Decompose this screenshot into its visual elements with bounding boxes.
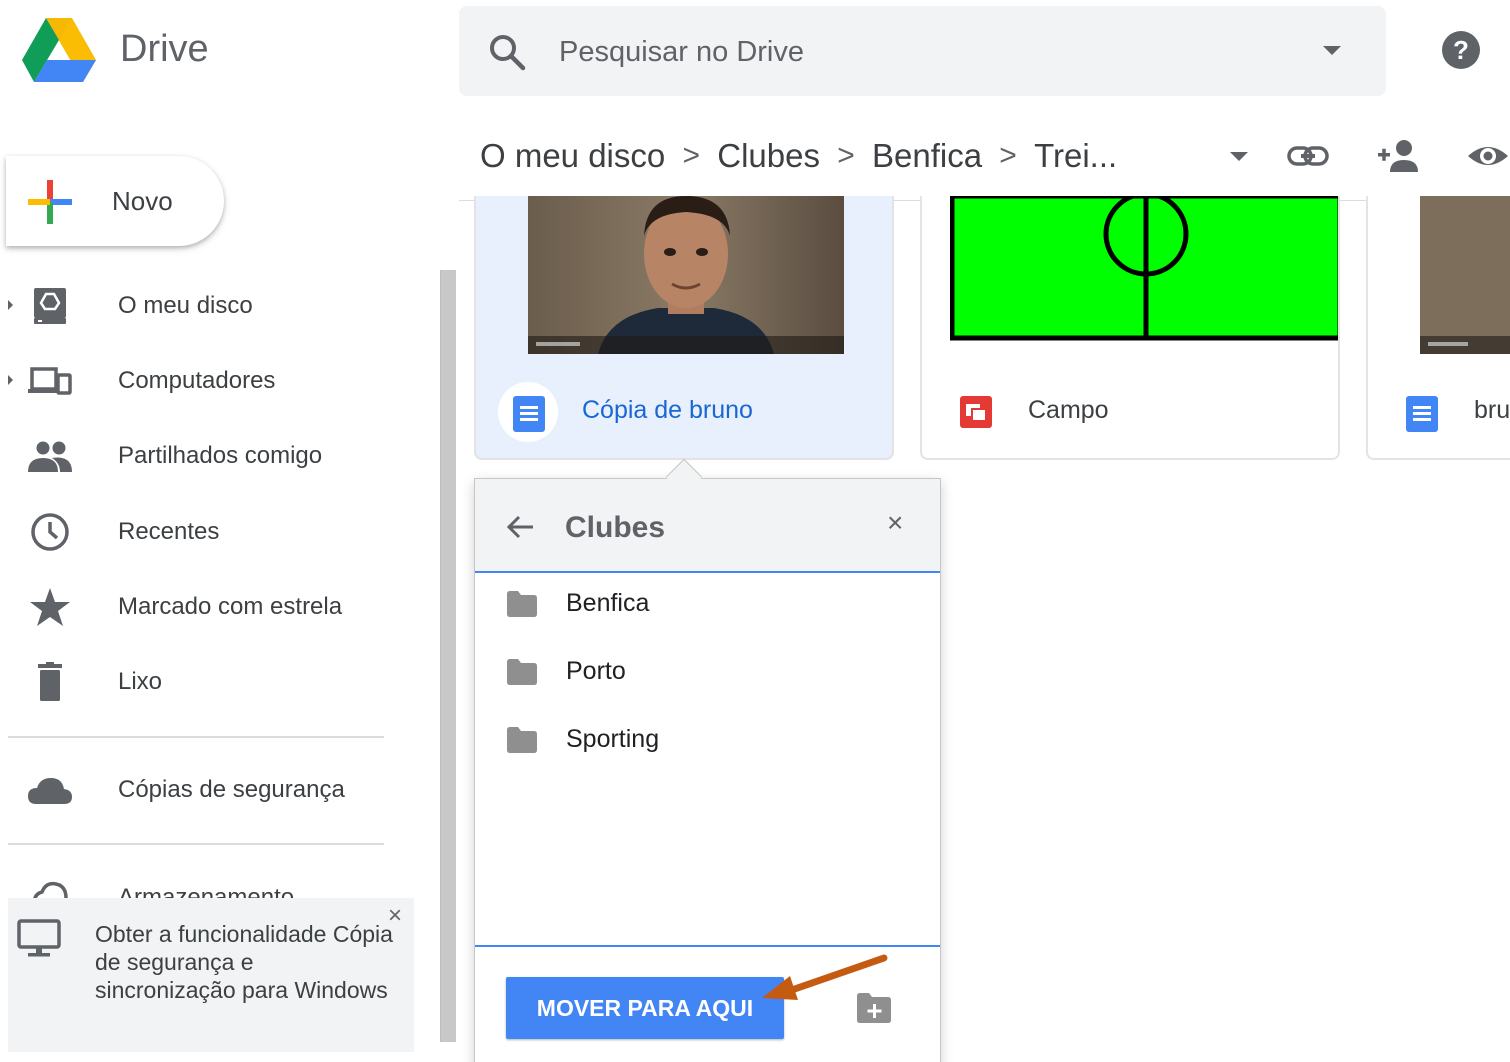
- annotation-arrow-icon: [762, 954, 888, 1000]
- link-icon[interactable]: [1286, 136, 1330, 176]
- sidebar-item-label: Cópias de segurança: [118, 776, 345, 803]
- file-card-footer: Cópia de bruno: [476, 366, 892, 458]
- search-input[interactable]: Pesquisar no Drive: [559, 36, 804, 69]
- file-name: Cópia de bruno: [582, 396, 753, 424]
- sidebar-item-label: O meu disco: [118, 292, 253, 319]
- breadcrumb-item-my-drive[interactable]: O meu disco: [478, 137, 667, 175]
- cloud-icon: [28, 778, 72, 804]
- sidebar-scrollbar[interactable]: [440, 270, 456, 1042]
- sidebar-divider: [8, 843, 384, 845]
- sidebar-item-label: Partilhados comigo: [118, 442, 323, 469]
- sidebar-item-starred[interactable]: Marcado com estrela: [0, 577, 400, 637]
- computers-icon: [28, 367, 72, 395]
- file-card-footer: Campo: [922, 366, 1338, 458]
- search-bar[interactable]: Pesquisar no Drive: [459, 6, 1386, 96]
- new-button-label: Novo: [112, 186, 173, 216]
- folder-icon: [507, 659, 537, 685]
- video-thumbnail-image: [1420, 196, 1510, 354]
- folder-label: Porto: [566, 657, 626, 685]
- preview-eye-icon[interactable]: [1466, 136, 1510, 176]
- file-card-bruno[interactable]: bru: [1366, 196, 1510, 460]
- file-name: Campo: [1028, 396, 1109, 424]
- sidebar-item-shared[interactable]: Partilhados comigo: [0, 426, 400, 486]
- chevron-right-icon: >: [837, 139, 855, 172]
- football-pitch-thumbnail-image: [950, 196, 1338, 341]
- search-icon[interactable]: [487, 32, 527, 72]
- breadcrumb-chevron-down-icon[interactable]: [1230, 152, 1248, 161]
- add-person-icon[interactable]: [1376, 136, 1420, 176]
- google-slides-icon: [960, 396, 992, 428]
- breadcrumb-item-current[interactable]: Trei...: [1032, 137, 1119, 175]
- plus-icon: [28, 180, 72, 224]
- expand-caret-icon[interactable]: [8, 375, 13, 385]
- drive-logo-icon[interactable]: [22, 18, 96, 82]
- new-button[interactable]: Novo: [6, 156, 224, 246]
- sidebar-item-recent[interactable]: Recentes: [0, 502, 400, 562]
- file-card-copia-de-bruno[interactable]: Cópia de bruno: [474, 196, 894, 460]
- promo-text: Obter a funcionalidade Cópia de seguranç…: [95, 921, 393, 1003]
- sidebar-item-trash[interactable]: Lixo: [0, 652, 400, 712]
- breadcrumb-item-clubes[interactable]: Clubes: [715, 137, 822, 175]
- star-icon: [30, 588, 70, 626]
- expand-caret-icon[interactable]: [8, 300, 13, 310]
- sidebar-item-backups[interactable]: Cópias de segurança: [0, 760, 400, 820]
- folder-row[interactable]: Porto: [475, 643, 940, 703]
- breadcrumb: O meu disco > Clubes > Benfica > Trei...: [478, 134, 1119, 178]
- google-docs-icon: [1406, 396, 1438, 432]
- chevron-right-icon: >: [999, 139, 1017, 172]
- file-card-campo[interactable]: Campo: [920, 196, 1340, 460]
- breadcrumb-item-benfica[interactable]: Benfica: [870, 137, 984, 175]
- dialog-title: Clubes: [565, 511, 666, 544]
- folder-label: Benfica: [566, 589, 650, 617]
- sidebar-item-my-drive[interactable]: O meu disco: [0, 276, 400, 336]
- help-icon[interactable]: ?: [1441, 30, 1481, 70]
- video-thumbnail-image: [528, 196, 844, 354]
- close-icon[interactable]: ×: [887, 507, 903, 539]
- desktop-monitor-icon: [17, 919, 61, 957]
- sidebar-item-label: Marcado com estrela: [118, 593, 343, 620]
- clock-icon: [31, 513, 69, 551]
- sidebar-item-label: Recentes: [118, 518, 220, 545]
- svg-text:?: ?: [1453, 35, 1469, 65]
- folder-icon: [507, 591, 537, 617]
- back-arrow-icon[interactable]: [505, 513, 535, 541]
- move-here-button[interactable]: MOVER PARA AQUI: [506, 977, 784, 1039]
- search-options-chevron-down-icon[interactable]: [1323, 46, 1341, 55]
- folder-label: Sporting: [566, 725, 660, 753]
- chevron-right-icon: >: [682, 139, 701, 172]
- sidebar-item-label: Computadores: [118, 367, 276, 394]
- dialog-footer-divider: [475, 945, 940, 947]
- sidebar-divider: [8, 736, 384, 738]
- my-drive-icon: [34, 288, 66, 324]
- sidebar-item-computers[interactable]: Computadores: [0, 351, 400, 411]
- shared-icon: [28, 441, 72, 472]
- file-name: bru: [1474, 396, 1510, 424]
- promo-close-icon[interactable]: ×: [388, 902, 402, 930]
- folder-row[interactable]: Benfica: [475, 575, 940, 635]
- file-card-footer: bru: [1368, 366, 1510, 458]
- folder-row[interactable]: Sporting: [475, 711, 940, 771]
- trash-icon: [38, 662, 62, 701]
- google-docs-icon: [513, 396, 545, 432]
- sidebar-item-label: Lixo: [118, 668, 163, 695]
- folder-icon: [507, 727, 537, 753]
- backup-sync-promo: Obter a funcionalidade Cópia de seguranç…: [8, 898, 414, 1052]
- dialog-header: Clubes ×: [475, 479, 940, 573]
- app-name: Drive: [120, 28, 209, 70]
